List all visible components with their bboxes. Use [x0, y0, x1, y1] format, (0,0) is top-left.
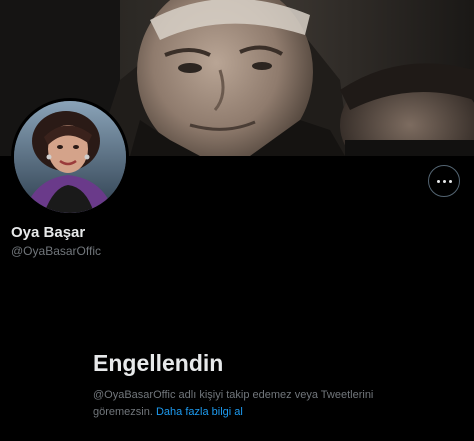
username: @OyaBasarOffic	[11, 244, 101, 258]
avatar-image	[14, 101, 126, 213]
more-horizontal-icon	[436, 179, 452, 183]
learn-more-link[interactable]: Daha fazla bilgi al	[156, 406, 243, 418]
blocked-title: Engellendin	[93, 350, 224, 376]
display-name: Oya Başar	[11, 224, 86, 241]
more-options-button[interactable]	[428, 165, 460, 197]
avatar[interactable]	[11, 98, 129, 216]
blocked-description: @OyaBasarOffic adlı kişiyi takip edemez …	[93, 387, 393, 421]
